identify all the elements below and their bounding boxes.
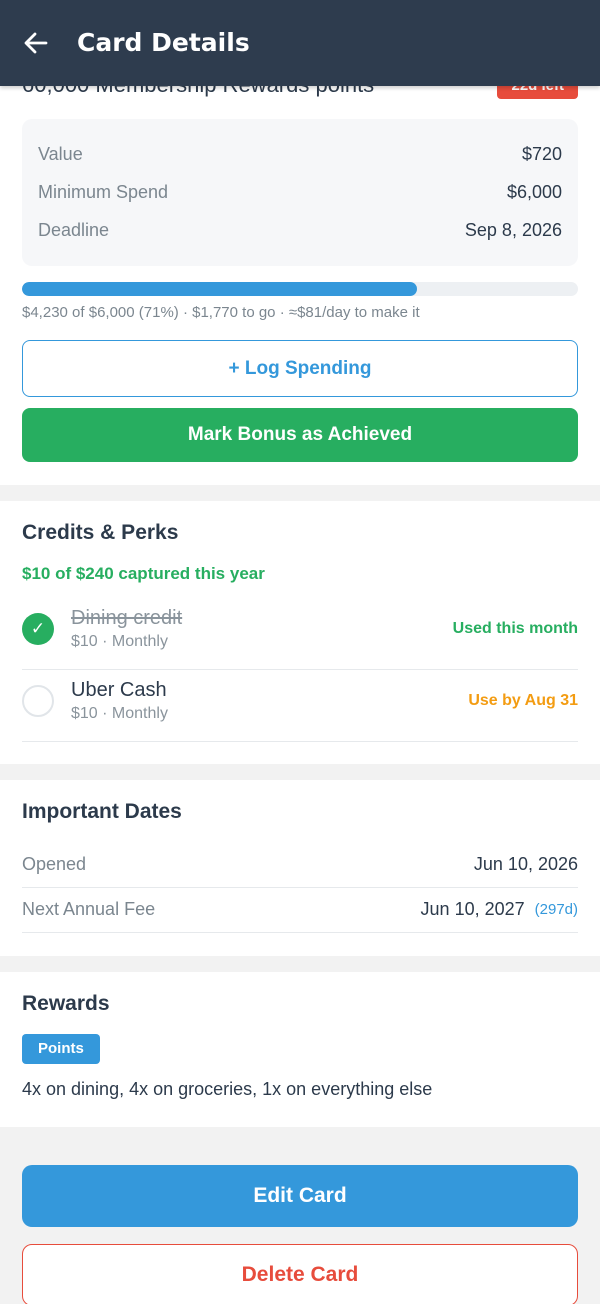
annual-fee-label: Next Annual Fee: [22, 899, 156, 919]
perk-item-dining-credit: ✓ Dining credit $10 · Monthly Used this …: [22, 598, 578, 670]
deadline-value: Sep 8, 2026: [464, 219, 562, 240]
rewards-heading: Rewards: [22, 992, 110, 1015]
perk-status: Use by Aug 31: [468, 692, 578, 709]
perk-amount-frequency: $10 · Monthly: [71, 705, 168, 722]
log-spending-button[interactable]: + Log Spending: [22, 340, 578, 397]
arrow-left-icon: [24, 32, 48, 54]
bonus-value-amount: $720: [521, 143, 562, 164]
opened-value: Jun 10, 2026: [473, 854, 578, 874]
perk-checked-toggle[interactable]: ✓: [22, 613, 54, 645]
reward-type-badge: Points: [22, 1034, 100, 1064]
check-icon: ✓: [30, 619, 46, 638]
app-header: Card Details: [0, 0, 600, 86]
opened-date-row: Opened Jun 10, 2026: [22, 842, 578, 888]
edit-card-button[interactable]: Edit Card: [22, 1165, 578, 1227]
delete-card-button[interactable]: Delete Card: [22, 1244, 578, 1304]
perk-name: Dining credit: [71, 607, 183, 629]
spend-progress-fill: [22, 282, 417, 296]
mark-bonus-achieved-button[interactable]: Mark Bonus as Achieved: [22, 408, 578, 462]
rewards-description: 4x on dining, 4x on groceries, 1x on eve…: [22, 1079, 433, 1099]
perk-name: Uber Cash: [71, 679, 167, 701]
spend-progress-bar: [22, 282, 578, 296]
annual-fee-date-row: Next Annual Fee Jun 10, 2027 (297d): [22, 887, 578, 933]
credits-captured-summary: $10 of $240 captured this year: [22, 564, 265, 583]
perk-amount-frequency: $10 · Monthly: [71, 633, 168, 650]
opened-label: Opened: [22, 854, 87, 874]
perk-item-uber-cash: Uber Cash $10 · Monthly Use by Aug 31: [22, 670, 578, 742]
perk-status: Used this month: [452, 620, 578, 637]
annual-fee-value-group: Jun 10, 2027 (297d): [421, 899, 578, 920]
progress-summary: $4,230 of $6,000 (71%) · $1,770 to go · …: [22, 304, 420, 321]
page-title: Card Details: [77, 28, 250, 57]
annual-fee-days-remaining: (297d): [534, 901, 578, 918]
deadline-row: Deadline Sep 8, 2026: [38, 217, 562, 243]
minimum-spend-row: Minimum Spend $6,000: [38, 179, 562, 205]
credits-perks-section: Credits & Perks $10 of $240 captured thi…: [0, 501, 600, 764]
minimum-spend-value: $6,000: [506, 181, 562, 202]
dates-heading: Important Dates: [22, 800, 182, 823]
annual-fee-value: Jun 10, 2027: [420, 899, 525, 919]
deadline-label: Deadline: [38, 219, 110, 240]
credits-heading: Credits & Perks: [22, 521, 179, 544]
bonus-value-label: Value: [38, 143, 83, 164]
rewards-section: Rewards Points 4x on dining, 4x on groce…: [0, 972, 600, 1127]
perk-unchecked-toggle[interactable]: [22, 685, 54, 717]
bonus-info-box: Value $720 Minimum Spend $6,000 Deadline…: [22, 119, 578, 266]
minimum-spend-label: Minimum Spend: [38, 181, 169, 202]
important-dates-section: Important Dates Opened Jun 10, 2026 Next…: [0, 780, 600, 956]
back-button[interactable]: [18, 25, 54, 61]
bonus-value-row: Value $720: [38, 141, 562, 167]
